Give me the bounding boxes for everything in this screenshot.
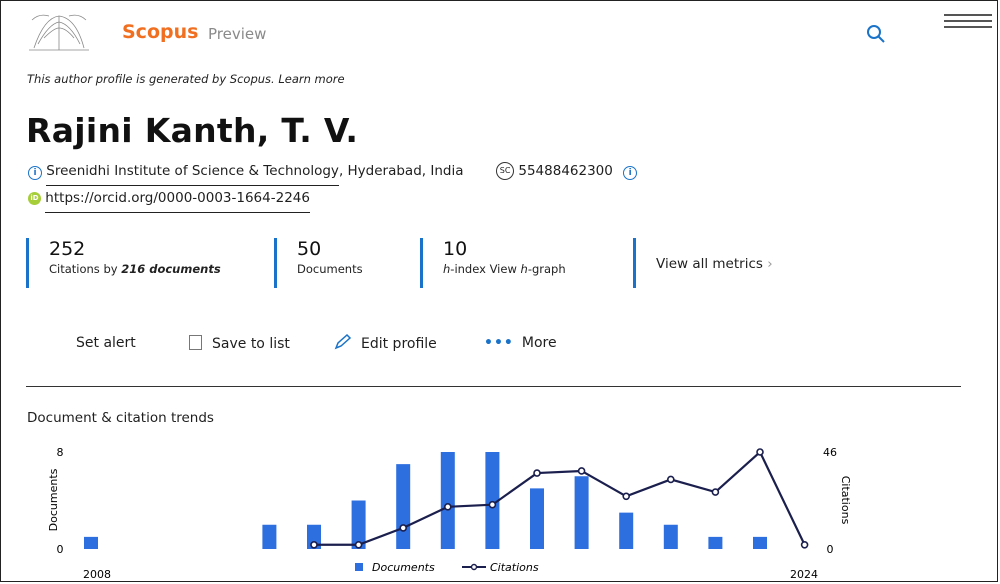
citations-point: [711, 488, 720, 496]
citations-point: [354, 540, 363, 549]
scopus-author-id: 55488462300: [518, 163, 613, 179]
citations-point: [488, 500, 497, 509]
more-dots-icon: •••: [484, 335, 514, 351]
y-left-axis-label: Documents: [47, 468, 60, 531]
pencil-icon: [334, 333, 352, 350]
documents-bar: [440, 452, 455, 549]
documents-bar: [619, 512, 634, 549]
documents-bar: [84, 536, 98, 549]
citations-point: [310, 540, 318, 549]
y-right-tick-min: 0: [827, 543, 834, 556]
legend-citations-label: Citations: [490, 561, 539, 574]
x-tick-start: 2008: [83, 568, 111, 581]
documents-bar: [753, 536, 767, 549]
y-right-tick-max: 46: [823, 446, 837, 459]
metric-documents-label: Documents: [297, 262, 363, 276]
save-to-list-button[interactable]: Save to list: [189, 335, 290, 352]
documents-bar: [530, 488, 544, 549]
brand-name[interactable]: Scopus: [122, 21, 198, 43]
chart-title: Document & citation trends: [27, 410, 214, 426]
scopus-id-icon: SC: [496, 162, 515, 180]
metric-citations-label: Citations by 216 documents: [49, 262, 221, 276]
x-tick-end: 2024: [790, 568, 818, 581]
citations-point: [756, 448, 764, 456]
metric-h-index[interactable]: 10 h-index View h-graph: [420, 238, 566, 288]
elsevier-logo[interactable]: [24, 8, 94, 54]
orcid-icon: iD: [28, 191, 41, 205]
y-right-axis-label: Citations: [839, 476, 852, 525]
affiliation-link[interactable]: Sreenidhi Institute of Science & Technol…: [46, 163, 339, 186]
author-name: Rajini Kanth, T. V.: [26, 111, 359, 150]
citations-point: [577, 467, 586, 475]
profile-notice: This author profile is generated by Scop…: [27, 72, 345, 86]
search-icon[interactable]: [864, 22, 888, 46]
metric-h-index-value: 10: [443, 238, 468, 260]
metric-citations[interactable]: 252 Citations by 216 documents: [26, 238, 221, 288]
citations-point: [533, 469, 541, 477]
info-icon[interactable]: i: [28, 166, 42, 180]
orcid-link[interactable]: https://orcid.org/0000-0003-1664-2246: [45, 190, 310, 213]
citations-point: [443, 503, 452, 511]
documents-bar: [574, 476, 589, 549]
y-left-tick-max: 8: [57, 446, 64, 459]
affiliation-location: , Hyderabad, India: [338, 163, 464, 179]
metric-documents[interactable]: 50 Documents: [274, 238, 363, 288]
menu-icon[interactable]: [944, 14, 992, 36]
citations-point: [666, 475, 675, 484]
legend-documents-swatch: [355, 563, 363, 571]
citations-point: [399, 524, 408, 532]
citations-point: [622, 492, 631, 501]
metric-citations-value: 252: [49, 238, 86, 260]
section-divider: [26, 386, 961, 387]
set-alert-button[interactable]: Set alert: [76, 335, 136, 351]
documents-bar: [262, 524, 277, 549]
metric-separator: [633, 238, 636, 288]
trend-chart: 8 0 46 0 Documents Citations 2008 2024 Documents…: [47, 446, 852, 581]
citations-point: [800, 540, 809, 549]
affiliation-row: i Sreenidhi Institute of Science & Techn…: [28, 162, 638, 186]
documents-bar: [396, 464, 411, 549]
documents-bar: [663, 524, 678, 549]
citations-line: [314, 450, 806, 546]
metric-documents-value: 50: [297, 238, 322, 260]
brand-subtitle: Preview: [208, 25, 267, 43]
metric-h-index-label: h-index View h-graph: [443, 262, 566, 276]
chevron-right-icon: ›: [767, 256, 773, 272]
scopus-id-info-icon[interactable]: i: [623, 166, 638, 180]
y-left-tick-min: 0: [57, 543, 64, 556]
edit-profile-button[interactable]: Edit profile: [333, 333, 437, 352]
bookmark-icon: [189, 335, 202, 350]
legend-documents-label: Documents: [372, 561, 435, 574]
documents-bar: [708, 536, 723, 549]
legend-citations-point: [470, 563, 478, 571]
view-all-metrics-link[interactable]: View all metrics ›: [656, 256, 773, 272]
more-button[interactable]: ••• More: [484, 335, 557, 351]
orcid-row: iD https://orcid.org/0000-0003-1664-2246: [28, 190, 310, 213]
